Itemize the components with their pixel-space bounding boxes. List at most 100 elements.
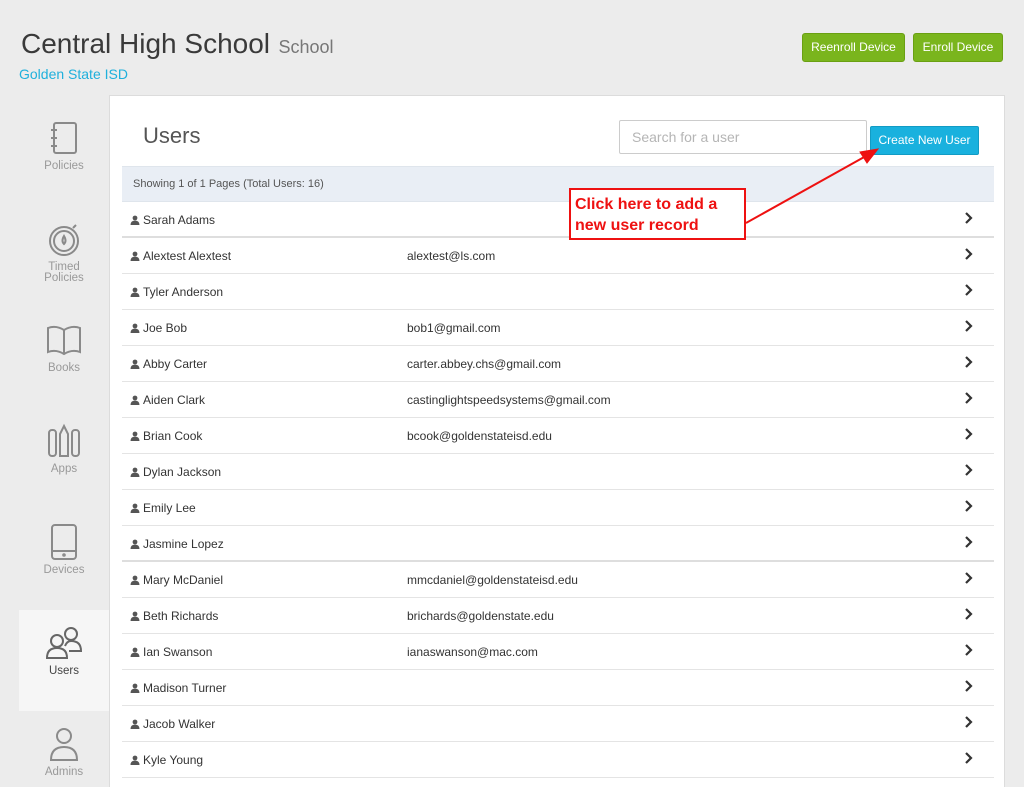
reenroll-device-button[interactable]: Reenroll Device bbox=[802, 33, 905, 62]
user-name-text: Madison Turner bbox=[143, 681, 227, 695]
user-icon bbox=[130, 467, 140, 477]
chevron-right-icon[interactable] bbox=[964, 248, 976, 262]
user-name-text: Joe Bob bbox=[143, 321, 188, 335]
user-row[interactable]: Dylan Jackson bbox=[122, 454, 994, 490]
search-input[interactable] bbox=[619, 120, 867, 154]
user-name-text: Kyle Young bbox=[143, 753, 204, 767]
admin-icon bbox=[49, 728, 79, 761]
user-name-text: Aiden Clark bbox=[143, 393, 206, 407]
user-name: Brian Cook bbox=[130, 429, 202, 443]
user-row[interactable]: Brian Cook bcook@goldenstateisd.edu bbox=[122, 418, 994, 454]
user-name-text: Dylan Jackson bbox=[143, 465, 222, 479]
user-name-text: Brian Cook bbox=[143, 429, 203, 443]
sidebar-item-apps[interactable]: Apps bbox=[19, 408, 109, 509]
user-name: Abby Carter bbox=[130, 357, 207, 371]
user-name: Beth Richards bbox=[130, 609, 218, 623]
user-name-text: Abby Carter bbox=[143, 357, 208, 371]
user-email: ianaswanson@mac.com bbox=[407, 645, 538, 659]
chevron-right-icon[interactable] bbox=[964, 320, 976, 334]
user-name-text: Mary McDaniel bbox=[143, 573, 224, 587]
sidebar-item-admins[interactable]: Admins bbox=[19, 711, 109, 787]
chevron-right-icon[interactable] bbox=[964, 464, 976, 478]
user-row[interactable]: Abby Carter carter.abbey.chs@gmail.com bbox=[122, 346, 994, 382]
user-name: Madison Turner bbox=[130, 681, 226, 695]
user-row[interactable]: Ian Swanson ianaswanson@mac.com bbox=[122, 634, 994, 670]
user-icon bbox=[130, 503, 140, 513]
user-name: Aiden Clark bbox=[130, 393, 205, 407]
district-link[interactable]: Golden State ISD bbox=[19, 66, 128, 82]
chevron-right-icon[interactable] bbox=[964, 212, 976, 226]
chevron-right-icon[interactable] bbox=[964, 356, 976, 370]
user-row[interactable]: Sarah Adams bbox=[122, 202, 994, 238]
user-name: Joe Bob bbox=[130, 321, 187, 335]
user-name-text: Tyler Anderson bbox=[143, 285, 224, 299]
chevron-right-icon[interactable] bbox=[964, 428, 976, 442]
chevron-right-icon[interactable] bbox=[964, 608, 976, 622]
user-row[interactable]: Jacob Walker bbox=[122, 706, 994, 742]
apps-icon bbox=[48, 423, 80, 457]
user-icon bbox=[130, 215, 140, 225]
user-icon bbox=[130, 431, 140, 441]
user-email: mmcdaniel@goldenstateisd.edu bbox=[407, 573, 578, 587]
chevron-right-icon[interactable] bbox=[964, 392, 976, 406]
sidebar-item-label: Apps bbox=[50, 463, 78, 475]
user-icon bbox=[130, 323, 140, 333]
user-icon bbox=[130, 719, 140, 729]
user-row[interactable]: Joe Bob bob1@gmail.com bbox=[122, 310, 994, 346]
user-email: alextest@ls.com bbox=[407, 249, 496, 263]
sidebar-item-books[interactable]: Books bbox=[19, 307, 109, 408]
user-name-text: Emily Lee bbox=[143, 501, 196, 515]
sidebar-item-policies[interactable]: Policies bbox=[19, 105, 109, 206]
enroll-device-button[interactable]: Enroll Device bbox=[913, 33, 1003, 62]
chevron-right-icon[interactable] bbox=[964, 680, 976, 694]
user-name-text: Sarah Adams bbox=[143, 213, 216, 227]
user-icon bbox=[130, 647, 140, 657]
user-icon bbox=[130, 539, 140, 549]
user-icon bbox=[130, 287, 140, 297]
annotation-line-2: new user record bbox=[575, 217, 699, 234]
user-row[interactable]: Emily Lee bbox=[122, 490, 994, 526]
chevron-right-icon[interactable] bbox=[964, 536, 976, 550]
user-name: Mary McDaniel bbox=[130, 573, 223, 587]
chevron-right-icon[interactable] bbox=[964, 572, 976, 586]
chevron-right-icon[interactable] bbox=[964, 752, 976, 766]
timer-icon bbox=[49, 224, 79, 256]
user-row[interactable]: Madison Turner bbox=[122, 670, 994, 706]
user-email: bcook@goldenstateisd.edu bbox=[407, 429, 552, 443]
user-row[interactable]: Beth Richards brichards@goldenstate.edu bbox=[122, 598, 994, 634]
user-name-text: Jacob Walker bbox=[143, 717, 216, 731]
sidebar-item-label: Timed Policies bbox=[44, 261, 84, 284]
chevron-right-icon[interactable] bbox=[964, 500, 976, 514]
create-new-user-button[interactable]: Create New User bbox=[870, 126, 979, 155]
user-name-text: Ian Swanson bbox=[143, 645, 213, 659]
page-title: Users bbox=[143, 123, 201, 148]
user-row[interactable]: Alextest Alextest alextest@ls.com bbox=[122, 238, 994, 274]
chevron-right-icon[interactable] bbox=[964, 644, 976, 658]
sidebar-item-users[interactable]: Users bbox=[19, 610, 109, 711]
sidebar-item-label: Admins bbox=[44, 766, 84, 778]
user-row[interactable]: Tyler Anderson bbox=[122, 274, 994, 310]
user-row[interactable]: Jasmine Lopez bbox=[122, 526, 994, 562]
user-name: Kyle Young bbox=[130, 753, 203, 767]
user-email: bob1@gmail.com bbox=[407, 321, 501, 335]
user-name-text: Jasmine Lopez bbox=[143, 537, 224, 551]
user-row[interactable]: Kyle Young bbox=[122, 742, 994, 778]
user-icon bbox=[130, 755, 140, 765]
user-row[interactable]: Aiden Clark castinglightspeedsystems@gmai… bbox=[122, 382, 994, 418]
chevron-right-icon[interactable] bbox=[964, 284, 976, 298]
notebook-icon bbox=[51, 122, 77, 154]
sidebar-item-timed-policies[interactable]: Timed Policies bbox=[19, 206, 109, 307]
user-name: Emily Lee bbox=[130, 501, 196, 515]
sidebar-item-devices[interactable]: Devices bbox=[19, 509, 109, 610]
user-icon bbox=[130, 611, 140, 621]
user-name: Alextest Alextest bbox=[130, 249, 231, 263]
sidebar-item-label: Users bbox=[48, 665, 80, 677]
user-icon bbox=[130, 575, 140, 585]
user-row[interactable]: Mary McDaniel mmcdaniel@goldenstateisd.ed… bbox=[122, 562, 994, 598]
user-email: carter.abbey.chs@gmail.com bbox=[407, 357, 562, 371]
chevron-right-icon[interactable] bbox=[964, 716, 976, 730]
user-email: castinglightspeedsystems@gmail.com bbox=[407, 393, 611, 407]
user-name: Jasmine Lopez bbox=[130, 537, 224, 551]
school-type: School bbox=[278, 37, 334, 57]
tablet-icon bbox=[51, 524, 77, 560]
